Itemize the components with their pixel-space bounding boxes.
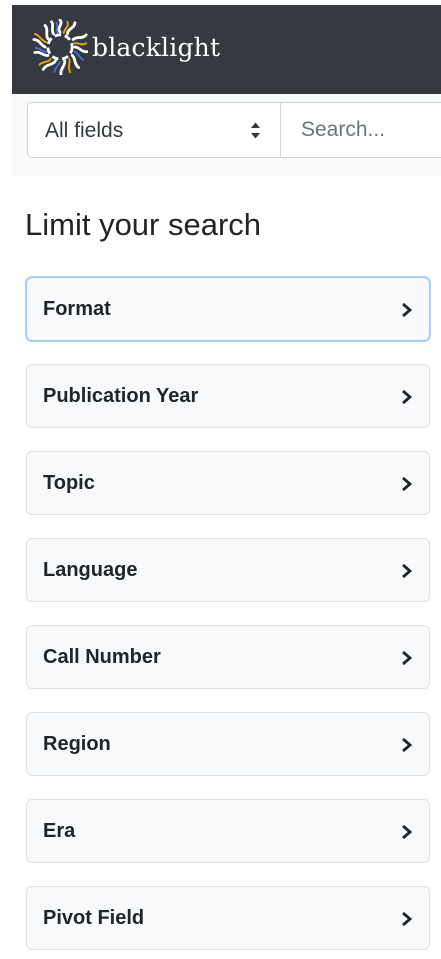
- facet-label: Era: [43, 820, 76, 842]
- search-input[interactable]: [281, 102, 441, 158]
- facet-label: Region: [43, 733, 111, 755]
- chevron-right-icon: [402, 563, 412, 579]
- search-field-selected-value: All fields: [45, 119, 124, 142]
- facets-heading: Limit your search: [25, 207, 262, 242]
- facet-era[interactable]: Era: [26, 799, 430, 863]
- facet-label: Language: [43, 559, 138, 581]
- facet-region[interactable]: Region: [26, 712, 430, 776]
- chevron-right-icon: [402, 476, 412, 492]
- facet-language[interactable]: Language: [26, 538, 430, 602]
- facet-topic[interactable]: Topic: [26, 451, 430, 515]
- facet-label: Publication Year: [43, 385, 199, 407]
- chevron-right-icon: [402, 737, 412, 753]
- chevron-right-icon: [402, 911, 412, 927]
- chevron-right-icon: [402, 824, 412, 840]
- top-navbar: blacklight: [12, 5, 441, 94]
- chevron-right-icon: [402, 302, 412, 318]
- search-bar: All fields: [12, 94, 441, 176]
- facet-format[interactable]: Format: [26, 277, 430, 341]
- brand-name: blacklight: [92, 32, 221, 62]
- chevron-right-icon: [402, 650, 412, 666]
- sun-burst-logo-icon: [32, 19, 88, 75]
- facet-label: Format: [43, 298, 111, 320]
- facet-pivot-field[interactable]: Pivot Field: [26, 886, 430, 950]
- chevron-right-icon: [402, 389, 412, 405]
- facet-publication-year[interactable]: Publication Year: [26, 364, 430, 428]
- brand-link[interactable]: blacklight: [32, 19, 220, 75]
- facet-label: Pivot Field: [43, 907, 145, 929]
- facet-label: Topic: [43, 472, 95, 494]
- facet-label: Call Number: [43, 646, 161, 668]
- search-field-select[interactable]: All fields: [27, 102, 281, 158]
- select-updown-icon: [251, 122, 260, 139]
- facet-call-number[interactable]: Call Number: [26, 625, 430, 689]
